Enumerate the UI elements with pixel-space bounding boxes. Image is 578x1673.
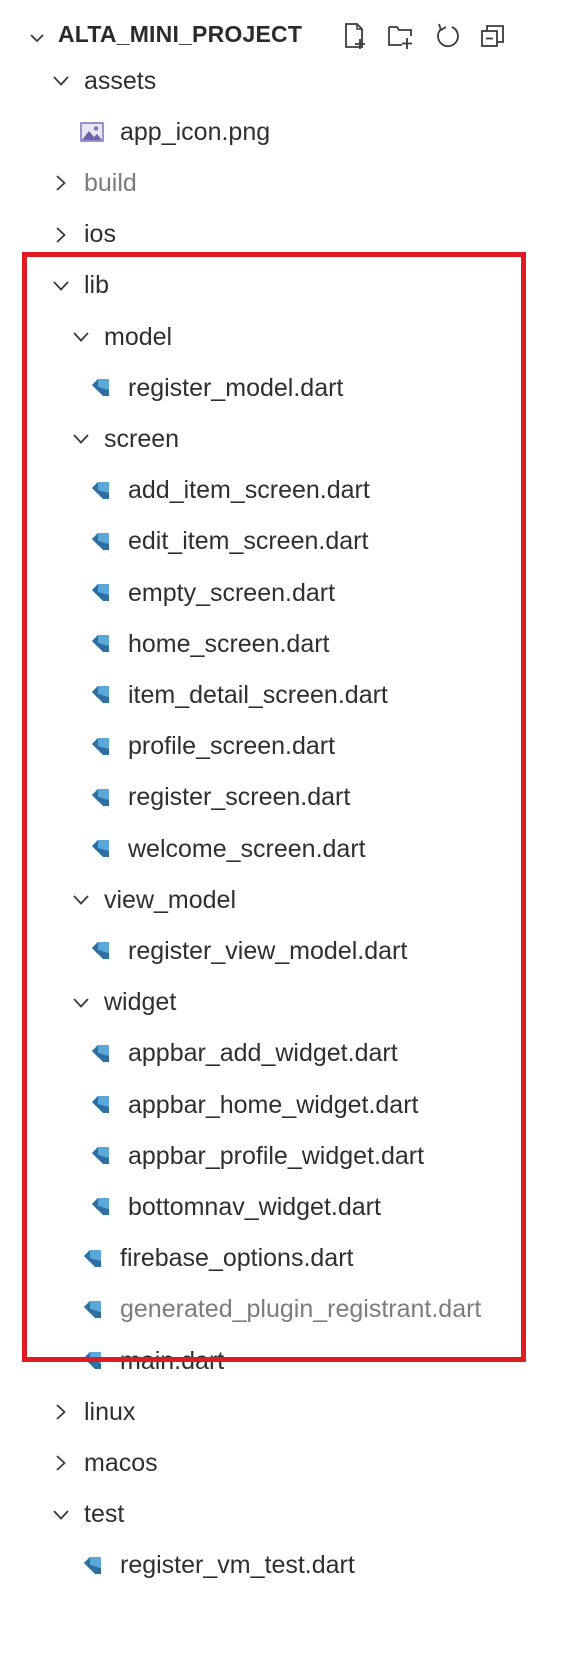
refresh-icon[interactable] bbox=[432, 20, 462, 52]
tree-file-appbar-profile-widget-dart[interactable]: appbar_profile_widget.dart bbox=[0, 1131, 578, 1181]
tree-item-label: main.dart bbox=[120, 1346, 225, 1375]
dart-file-icon bbox=[80, 1247, 104, 1271]
tree-item-label: view_model bbox=[104, 885, 237, 914]
tree-file-welcome-screen-dart[interactable]: welcome_screen.dart bbox=[0, 824, 578, 874]
tree-file-register-model-dart[interactable]: register_model.dart bbox=[0, 363, 578, 413]
chevron-down-icon[interactable] bbox=[72, 430, 90, 448]
dart-file-icon bbox=[88, 786, 112, 810]
tree-item-label: lib bbox=[84, 271, 110, 300]
new-folder-icon[interactable] bbox=[386, 20, 416, 52]
dart-file-icon bbox=[88, 376, 112, 400]
tree-item-label: test bbox=[84, 1500, 125, 1529]
tree-folder-screen[interactable]: screen bbox=[0, 414, 578, 464]
chevron-down-icon[interactable] bbox=[72, 994, 90, 1012]
tree-folder-macos[interactable]: macos bbox=[0, 1438, 578, 1488]
tree-file-register-view-model-dart[interactable]: register_view_model.dart bbox=[0, 926, 578, 976]
tree-file-app-icon-png[interactable]: app_icon.png bbox=[0, 107, 578, 157]
tree-item-label: appbar_home_widget.dart bbox=[128, 1090, 419, 1119]
image-file-icon bbox=[80, 120, 104, 144]
dart-file-icon bbox=[88, 939, 112, 963]
tree-file-home-screen-dart[interactable]: home_screen.dart bbox=[0, 619, 578, 669]
tree-file-profile-screen-dart[interactable]: profile_screen.dart bbox=[0, 722, 578, 772]
tree-item-label: macos bbox=[84, 1448, 158, 1477]
chevron-right-icon[interactable] bbox=[52, 226, 70, 244]
dart-file-icon bbox=[88, 1144, 112, 1168]
tree-item-label: appbar_profile_widget.dart bbox=[128, 1141, 425, 1170]
dart-file-icon bbox=[88, 581, 112, 605]
tree-folder-widget[interactable]: widget bbox=[0, 978, 578, 1028]
dart-file-icon bbox=[88, 1195, 112, 1219]
tree-file-register-vm-test-dart[interactable]: register_vm_test.dart bbox=[0, 1541, 578, 1591]
tree-item-label: ios bbox=[84, 220, 116, 249]
tree-file-add-item-screen-dart[interactable]: add_item_screen.dart bbox=[0, 466, 578, 516]
tree-folder-ios[interactable]: ios bbox=[0, 210, 578, 260]
tree-item-label: appbar_add_widget.dart bbox=[128, 1039, 398, 1068]
tree-item-label: add_item_screen.dart bbox=[128, 476, 370, 505]
tree-file-register-screen-dart[interactable]: register_screen.dart bbox=[0, 773, 578, 823]
tree-folder-linux[interactable]: linux bbox=[0, 1387, 578, 1437]
tree-item-label: firebase_options.dart bbox=[120, 1244, 354, 1273]
chevron-down-icon[interactable] bbox=[52, 72, 70, 90]
chevron-down-icon[interactable] bbox=[30, 30, 44, 43]
dart-file-icon bbox=[88, 479, 112, 503]
dart-file-icon bbox=[80, 1349, 104, 1373]
tree-folder-assets[interactable]: assets bbox=[0, 56, 578, 106]
tree-item-label: welcome_screen.dart bbox=[128, 834, 366, 863]
tree-item-label: screen bbox=[104, 424, 180, 453]
dart-file-icon bbox=[88, 1093, 112, 1117]
chevron-down-icon[interactable] bbox=[52, 277, 70, 295]
tree-item-label: home_screen.dart bbox=[128, 629, 330, 658]
tree-item-label: register_view_model.dart bbox=[128, 936, 408, 965]
chevron-down-icon[interactable] bbox=[72, 328, 90, 346]
chevron-down-icon[interactable] bbox=[72, 891, 90, 909]
new-file-icon[interactable] bbox=[340, 20, 370, 52]
chevron-down-icon[interactable] bbox=[52, 1506, 70, 1524]
tree-file-firebase-options-dart[interactable]: firebase_options.dart bbox=[0, 1234, 578, 1284]
tree-item-label: register_model.dart bbox=[128, 373, 344, 402]
dart-file-icon bbox=[88, 735, 112, 759]
tree-item-label: profile_screen.dart bbox=[128, 732, 336, 761]
tree-folder-test[interactable]: test bbox=[0, 1490, 578, 1540]
tree-file-appbar-add-widget-dart[interactable]: appbar_add_widget.dart bbox=[0, 1029, 578, 1079]
dart-file-icon bbox=[88, 683, 112, 707]
chevron-right-icon[interactable] bbox=[52, 1403, 70, 1421]
tree-folder-view-model[interactable]: view_model bbox=[0, 875, 578, 925]
tree-item-label: edit_item_screen.dart bbox=[128, 527, 369, 556]
tree-file-edit-item-screen-dart[interactable]: edit_item_screen.dart bbox=[0, 517, 578, 567]
tree-item-label: register_screen.dart bbox=[128, 783, 351, 812]
tree-item-label: model bbox=[104, 322, 173, 351]
tree-item-label: bottomnav_widget.dart bbox=[128, 1192, 381, 1221]
dart-file-icon bbox=[88, 837, 112, 861]
dart-file-icon bbox=[88, 632, 112, 656]
tree-file-appbar-home-widget-dart[interactable]: appbar_home_widget.dart bbox=[0, 1080, 578, 1130]
dart-file-icon bbox=[80, 1554, 104, 1578]
tree-file-bottomnav-widget-dart[interactable]: bottomnav_widget.dart bbox=[0, 1182, 578, 1232]
tree-folder-build[interactable]: build bbox=[0, 158, 578, 208]
chevron-right-icon[interactable] bbox=[52, 1454, 70, 1472]
dart-file-icon bbox=[80, 1298, 104, 1322]
collapse-all-icon[interactable] bbox=[478, 20, 508, 52]
tree-item-label: app_icon.png bbox=[120, 117, 271, 146]
explorer-actions bbox=[340, 20, 508, 54]
tree-file-item-detail-screen-dart[interactable]: item_detail_screen.dart bbox=[0, 670, 578, 720]
tree-item-label: item_detail_screen.dart bbox=[128, 680, 388, 709]
tree-item-label: linux bbox=[84, 1397, 136, 1426]
tree-folder-model[interactable]: model bbox=[0, 312, 578, 362]
tree-file-main-dart[interactable]: main.dart bbox=[0, 1336, 578, 1386]
dart-file-icon bbox=[88, 530, 112, 554]
tree-item-label: register_vm_test.dart bbox=[120, 1551, 355, 1580]
tree-file-generated-plugin-registrant-dart[interactable]: generated_plugin_registrant.dart bbox=[0, 1285, 578, 1335]
project-title[interactable]: ALTA_MINI_PROJECT bbox=[58, 21, 302, 48]
tree-folder-lib[interactable]: lib bbox=[0, 261, 578, 311]
tree-item-label: assets bbox=[84, 66, 157, 95]
chevron-right-icon[interactable] bbox=[52, 174, 70, 192]
dart-file-icon bbox=[88, 1042, 112, 1066]
tree-file-empty-screen-dart[interactable]: empty_screen.dart bbox=[0, 568, 578, 618]
tree-item-label: build bbox=[84, 168, 137, 197]
tree-item-label: generated_plugin_registrant.dart bbox=[120, 1295, 482, 1324]
tree-item-label: widget bbox=[104, 988, 177, 1017]
tree-item-label: empty_screen.dart bbox=[128, 578, 336, 607]
